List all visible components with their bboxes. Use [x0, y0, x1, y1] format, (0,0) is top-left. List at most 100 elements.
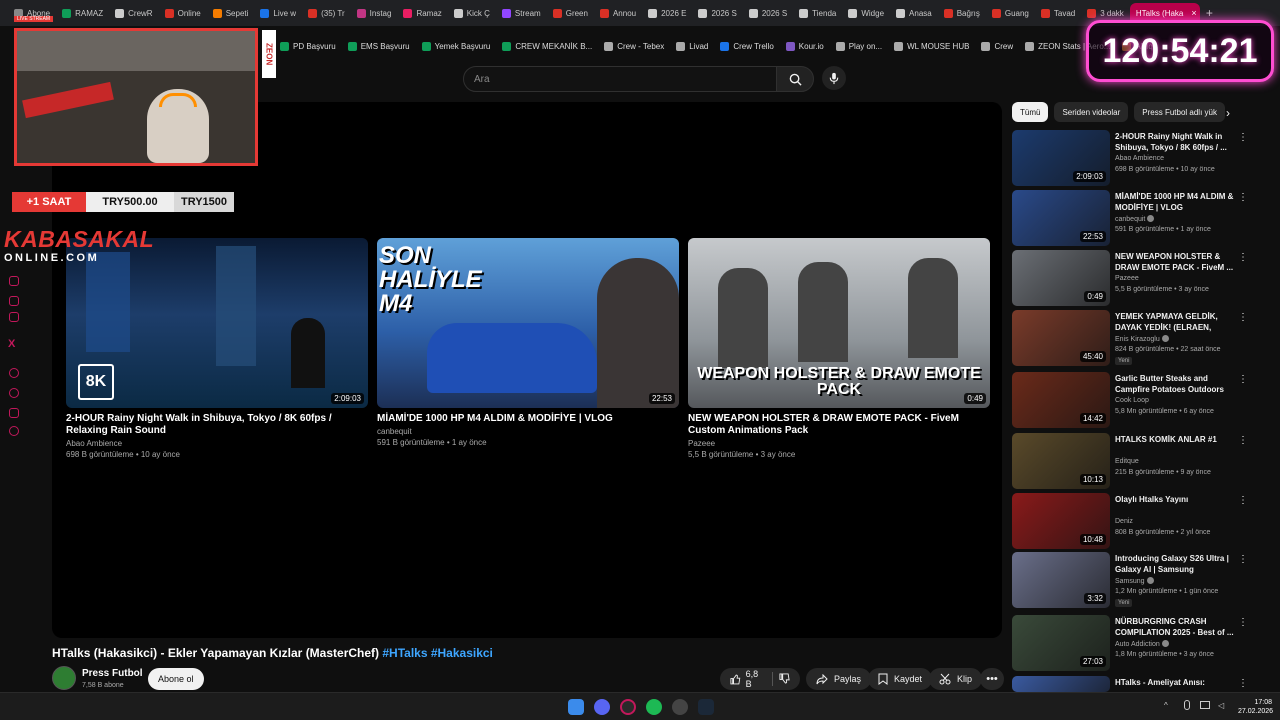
recommendation-item[interactable]: 22:53 MİAMİ'DE 1000 HP M4 ALDIM & MODİFİY…: [1012, 190, 1268, 248]
recommendation-channel[interactable]: Deniz: [1115, 518, 1133, 525]
video-player[interactable]: 8K 2:09:03 2-HOUR Rainy Night Walk in Sh…: [52, 102, 1002, 638]
taskbar-clock[interactable]: 17:08 27.02.2026: [1238, 698, 1273, 716]
browser-tab[interactable]: 2026 S: [743, 3, 793, 23]
recommendation-channel[interactable]: Enis Kirazoglu: [1115, 335, 1169, 343]
voice-search-button[interactable]: [822, 66, 846, 90]
browser-tab[interactable]: RAMAZ: [56, 3, 109, 23]
recommendation-thumbnail[interactable]: 10:48: [1012, 493, 1110, 549]
bookmark-item[interactable]: Crew Trello: [720, 42, 774, 51]
bookmark-item[interactable]: WL MOUSE HUB: [894, 42, 969, 51]
recommendation-title[interactable]: HTalks - Ameliyat Anısı:: [1115, 677, 1235, 688]
recommendation-item[interactable]: HTalks - Ameliyat Anısı: ⋮: [1012, 676, 1268, 692]
more-vertical-icon[interactable]: ⋮: [1238, 435, 1248, 446]
more-vertical-icon[interactable]: ⋮: [1238, 374, 1248, 385]
search-button[interactable]: [776, 66, 814, 92]
endscreen-channel[interactable]: Abao Ambience: [66, 439, 368, 448]
endscreen-card[interactable]: SON HALİYLE M4 22:53 MİAMİ'DE 1000 HP M4…: [377, 238, 679, 447]
spotify-app-icon[interactable]: [646, 699, 662, 715]
recommendation-channel[interactable]: Cook Loop: [1115, 397, 1149, 404]
network-icon[interactable]: [1200, 701, 1210, 709]
browser-tab[interactable]: 2026 S: [692, 3, 742, 23]
more-vertical-icon[interactable]: ⋮: [1238, 678, 1248, 689]
recommendation-item[interactable]: 3:32 Introducing Galaxy S26 Ultra | Galax…: [1012, 552, 1268, 610]
recommendation-item[interactable]: 45:40 YEMEK YAPMAYA GELDİK, DAYAK YEDİK! …: [1012, 310, 1268, 368]
recommendation-title[interactable]: Olaylı Htalks Yayını: [1115, 494, 1235, 505]
bookmark-item[interactable]: Livad: [676, 42, 708, 51]
new-tab-icon[interactable]: +: [1206, 6, 1213, 20]
bookmark-item[interactable]: EMS Başvuru: [347, 42, 410, 51]
recommendation-thumbnail[interactable]: [1012, 676, 1110, 692]
close-tab-icon[interactable]: ×: [1191, 8, 1196, 18]
recommendation-item[interactable]: 14:42 Garlic Butter Steaks and Campfire P…: [1012, 372, 1268, 430]
browser-tab[interactable]: Online: [159, 3, 207, 23]
browser-tab[interactable]: Guang: [986, 3, 1035, 23]
recommendation-item[interactable]: 10:13 HTALKS KOMİK ANLAR #1 Editque 215 B g…: [1012, 433, 1268, 491]
browser-tab[interactable]: Widge: [842, 3, 890, 23]
endscreen-title[interactable]: NEW WEAPON HOLSTER & DRAW EMOTE PACK - F…: [688, 413, 990, 437]
bookmark-item[interactable]: Yemek Başvuru: [421, 42, 490, 51]
recommendation-item[interactable]: 2:09:03 2-HOUR Rainy Night Walk in Shibuy…: [1012, 130, 1268, 188]
recommendation-channel[interactable]: Samsung: [1115, 577, 1154, 585]
recommendation-item[interactable]: 27:03 NÜRBURGRING CRASH COMPILATION 2025 …: [1012, 615, 1268, 673]
bookmark-item[interactable]: Play on...: [835, 42, 882, 51]
recommendation-title[interactable]: HTALKS KOMİK ANLAR #1: [1115, 434, 1235, 445]
browser-tab[interactable]: Live w: [254, 3, 302, 23]
recommendation-title[interactable]: 2-HOUR Rainy Night Walk in Shibuya, Toky…: [1115, 131, 1235, 153]
more-vertical-icon[interactable]: ⋮: [1238, 617, 1248, 628]
endscreen-title[interactable]: 2-HOUR Rainy Night Walk in Shibuya, Toky…: [66, 413, 368, 437]
volume-icon[interactable]: ◁: [1218, 701, 1224, 710]
endscreen-thumbnail[interactable]: 8K 2:09:03: [66, 238, 368, 408]
clip-button[interactable]: Klip: [929, 668, 983, 690]
app-icon[interactable]: [672, 699, 688, 715]
endscreen-channel[interactable]: Pazeee: [688, 439, 990, 448]
browser-tab[interactable]: Tienda: [793, 3, 842, 23]
recommendation-title[interactable]: YEMEK YAPMAYA GELDİK, DAYAK YEDİK! (ELRA…: [1115, 311, 1235, 333]
recommendation-channel[interactable]: Editque: [1115, 458, 1139, 465]
recommendation-thumbnail[interactable]: 45:40: [1012, 310, 1110, 366]
recommendation-thumbnail[interactable]: 0:49: [1012, 250, 1110, 306]
bookmark-item[interactable]: Crew: [981, 42, 1013, 51]
more-actions-button[interactable]: •••: [980, 668, 1004, 690]
bookmark-item[interactable]: PD Başvuru: [280, 42, 336, 51]
channel-avatar[interactable]: [52, 666, 76, 690]
more-vertical-icon[interactable]: ⋮: [1238, 132, 1248, 143]
recommendation-title[interactable]: Introducing Galaxy S26 Ultra | Galaxy AI…: [1115, 553, 1235, 575]
recommendation-channel[interactable]: Pazeee: [1115, 275, 1139, 282]
browser-tab[interactable]: Anasa: [890, 3, 938, 23]
browser-tab[interactable]: Ramaz: [397, 3, 447, 23]
recommendation-item[interactable]: 0:49 NEW WEAPON HOLSTER & DRAW EMOTE PACK…: [1012, 250, 1268, 308]
filter-chip[interactable]: Press Futbol adlı yük: [1134, 102, 1225, 122]
more-vertical-icon[interactable]: ⋮: [1238, 495, 1248, 506]
recommendation-thumbnail[interactable]: 10:13: [1012, 433, 1110, 489]
recommendation-item[interactable]: 10:48 Olaylı Htalks Yayını Deniz 808 B görü…: [1012, 493, 1268, 551]
bookmark-item[interactable]: Crew - Tebex: [604, 42, 664, 51]
recommendation-thumbnail[interactable]: 14:42: [1012, 372, 1110, 428]
recommendation-title[interactable]: NEW WEAPON HOLSTER & DRAW EMOTE PACK - F…: [1115, 251, 1235, 273]
browser-tab[interactable]: Instag: [351, 3, 398, 23]
tray-chevron-icon[interactable]: ^: [1164, 701, 1168, 710]
bookmark-item[interactable]: Kour.io: [785, 42, 824, 51]
browser-tab[interactable]: Annou: [594, 3, 642, 23]
endscreen-channel[interactable]: canbequit: [377, 427, 679, 436]
endscreen-card[interactable]: 8K 2:09:03 2-HOUR Rainy Night Walk in Sh…: [66, 238, 368, 459]
windows-start-icon[interactable]: [568, 699, 584, 715]
endscreen-card[interactable]: WEAPON HOLSTER & DRAW EMOTE PACK 0:49 NE…: [688, 238, 990, 459]
filter-chip[interactable]: Tümü: [1012, 102, 1049, 122]
opera-app-icon[interactable]: [620, 699, 636, 715]
share-button[interactable]: Paylaş: [806, 668, 872, 690]
save-button[interactable]: Kaydet: [868, 668, 933, 690]
channel-name[interactable]: Press Futbol: [82, 668, 143, 679]
video-hashtags[interactable]: #HTalks #Hakasikci: [382, 646, 493, 660]
browser-tab[interactable]: Kick Ç: [448, 3, 496, 23]
endscreen-thumbnail[interactable]: SON HALİYLE M4 22:53: [377, 238, 679, 408]
recommendation-title[interactable]: Garlic Butter Steaks and Campfire Potato…: [1115, 373, 1235, 395]
browser-tab[interactable]: Tavad: [1035, 3, 1081, 23]
microphone-tray-icon[interactable]: [1184, 700, 1190, 710]
more-vertical-icon[interactable]: ⋮: [1238, 554, 1248, 565]
recommendation-channel[interactable]: Abao Ambience: [1115, 155, 1164, 162]
more-vertical-icon[interactable]: ⋮: [1238, 252, 1248, 263]
search-input[interactable]: Ara: [463, 66, 777, 92]
chevron-right-icon[interactable]: ›: [1226, 106, 1230, 120]
dislike-button[interactable]: [779, 672, 790, 686]
recommendation-thumbnail[interactable]: 22:53: [1012, 190, 1110, 246]
